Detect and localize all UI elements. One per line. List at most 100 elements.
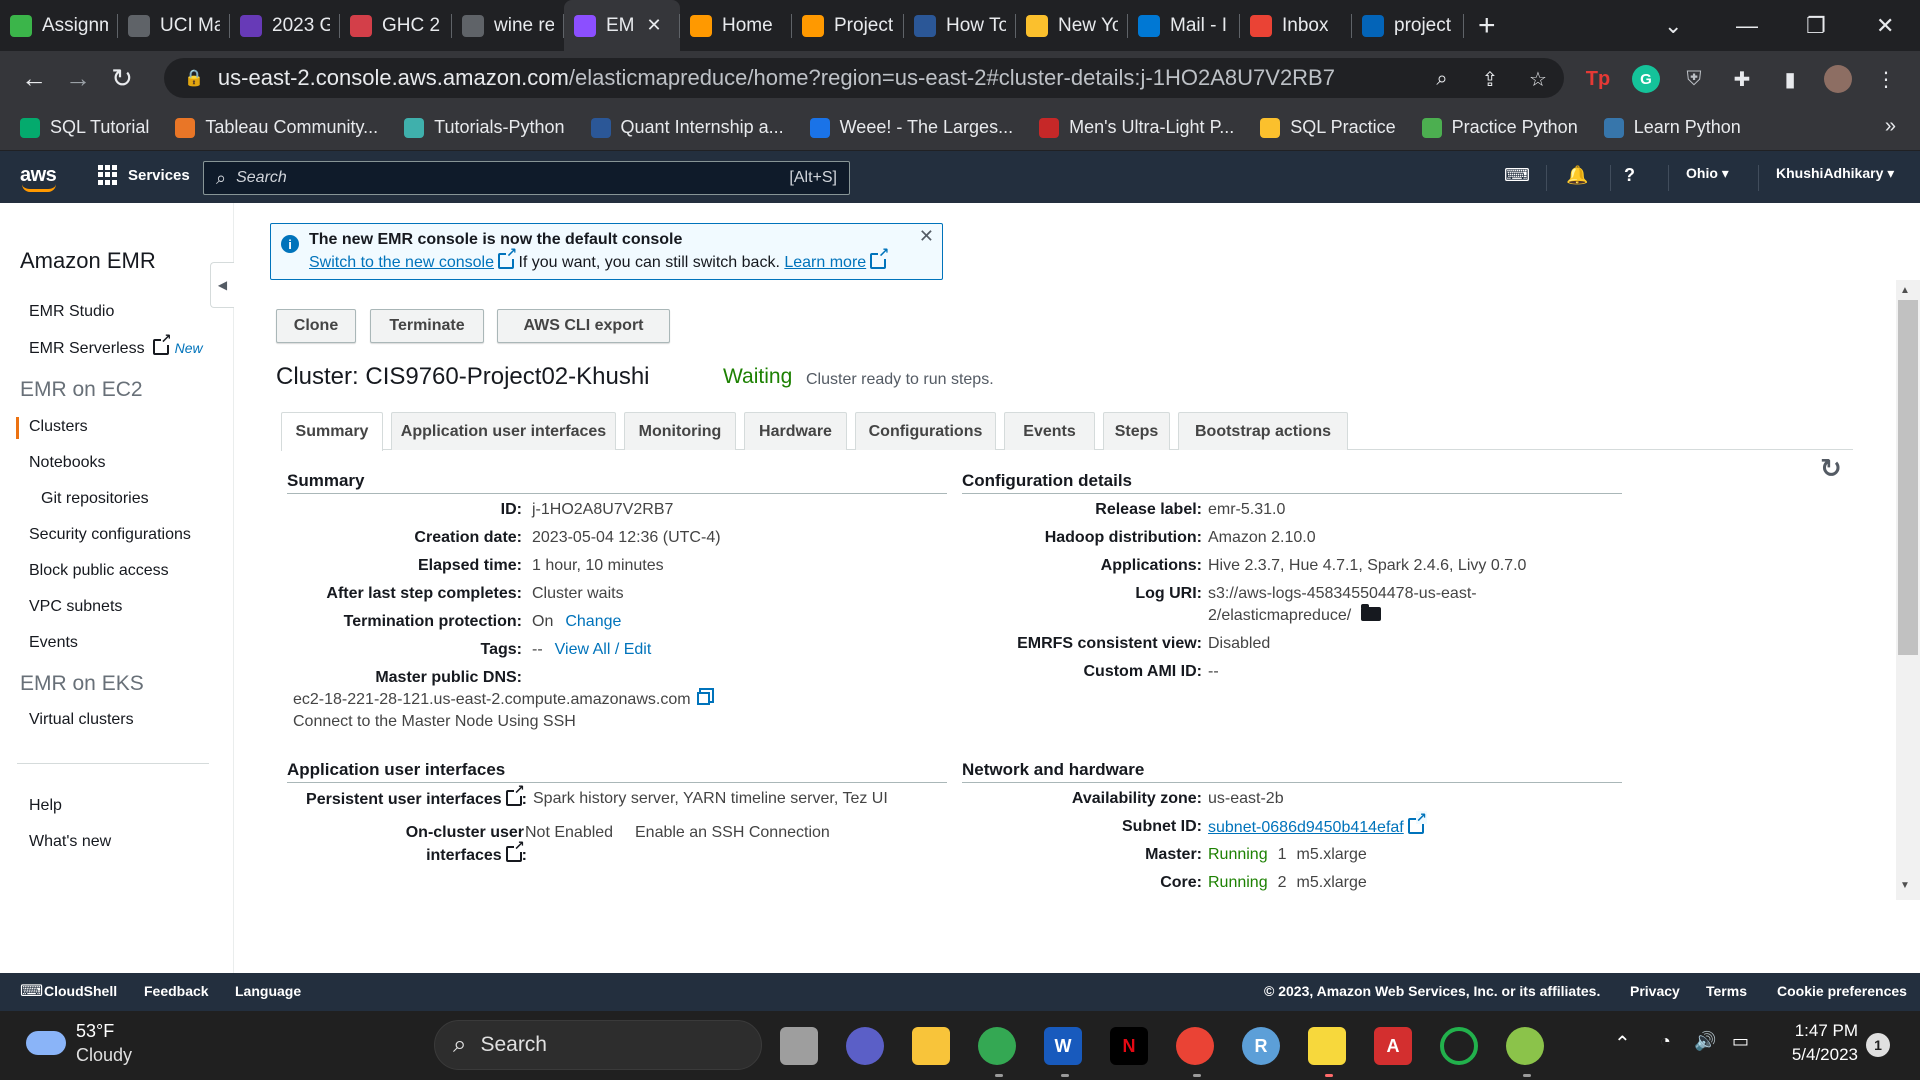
bookmark-item[interactable]: Tableau Community... — [175, 117, 378, 138]
sidebar-item-virtual-clusters[interactable]: Virtual clusters — [29, 711, 134, 729]
terminate-button[interactable]: Terminate — [370, 309, 484, 343]
windows-start-icon[interactable] — [376, 1027, 412, 1063]
bookmarks-overflow-icon[interactable]: » — [1885, 115, 1896, 138]
bookmark-item[interactable]: SQL Tutorial — [20, 117, 149, 138]
forward-icon[interactable]: → — [56, 63, 100, 94]
account-menu[interactable]: KhushiAdhikary ▾ — [1776, 165, 1894, 182]
browser-tab[interactable]: GHC 2 — [340, 0, 452, 51]
region-selector[interactable]: Ohio ▾ — [1686, 165, 1729, 182]
scroll-down-icon[interactable]: ▼ — [1900, 880, 1910, 891]
address-bar[interactable]: 🔒 us-east-2.console.aws.amazon.com/elast… — [164, 58, 1564, 98]
tab-application-user-interfaces[interactable]: Application user interfaces — [391, 412, 616, 450]
learn-more-link[interactable]: Learn more — [784, 254, 866, 271]
tp-extension-icon[interactable]: Tp — [1584, 65, 1612, 93]
aws-search-input[interactable]: ⌕ Search [Alt+S] — [203, 161, 850, 195]
chrome-profile-icon[interactable] — [1176, 1027, 1214, 1065]
sidebar-item-emr-studio[interactable]: EMR Studio — [29, 303, 114, 321]
loading-app-icon[interactable] — [1440, 1027, 1478, 1065]
ublock-icon[interactable]: ⛨ — [1680, 65, 1708, 93]
profile-avatar[interactable] — [1824, 65, 1852, 93]
acrobat-icon[interactable]: A — [1374, 1027, 1412, 1065]
browser-tab[interactable]: How To — [904, 0, 1016, 51]
browser-tab[interactable]: UCI Ma — [118, 0, 230, 51]
view-edit-tags-link[interactable]: View All / Edit — [555, 641, 652, 658]
minimize-button[interactable]: — — [1736, 0, 1758, 51]
services-menu[interactable]: Services — [98, 165, 190, 185]
restore-button[interactable]: ❐ — [1806, 0, 1826, 51]
volume-icon[interactable]: 🔊 — [1694, 1031, 1716, 1052]
sticky-notes-icon[interactable] — [1308, 1027, 1346, 1065]
privacy-link[interactable]: Privacy — [1630, 983, 1680, 999]
grammarly-icon[interactable]: G — [1632, 65, 1660, 93]
sidebar-item-vpc-subnets[interactable]: VPC subnets — [29, 598, 122, 616]
clock-time[interactable]: 1:47 PM — [1790, 1021, 1858, 1041]
change-termination-link[interactable]: Change — [565, 613, 621, 630]
bookmark-star-icon[interactable]: ☆ — [1524, 65, 1552, 93]
sidebar-item-emr-serverless[interactable]: EMR Serverless New — [29, 332, 203, 358]
cloudshell-link[interactable]: CloudShell — [44, 983, 117, 999]
browser-tab[interactable]: Assignm — [0, 0, 118, 51]
close-window-button[interactable]: ✕ — [1876, 0, 1894, 51]
folder-icon[interactable] — [1361, 604, 1382, 621]
clone-button[interactable]: Clone — [276, 309, 356, 343]
collapse-sidebar-button[interactable]: ◀ — [210, 262, 234, 308]
tab-monitoring[interactable]: Monitoring — [624, 412, 736, 450]
wifi-icon[interactable]: ◔ — [1660, 1031, 1671, 1052]
word-icon[interactable]: W — [1044, 1027, 1082, 1065]
aws-cli-export-button[interactable]: AWS CLI export — [497, 309, 670, 343]
sidebar-item-help[interactable]: Help — [29, 797, 62, 815]
share-icon[interactable]: ⇪ — [1476, 65, 1504, 93]
bookmark-item[interactable]: Learn Python — [1603, 117, 1741, 138]
new-tab-button[interactable]: + — [1464, 9, 1510, 43]
chevron-up-icon[interactable]: ⌃ — [1614, 1031, 1631, 1056]
persistent-ui-links[interactable]: Spark history server, YARN timeline serv… — [533, 790, 888, 808]
clock-date[interactable]: 5/4/2023 — [1776, 1045, 1858, 1065]
cookie-preferences-link[interactable]: Cookie preferences — [1777, 983, 1907, 999]
file-explorer-icon[interactable] — [912, 1027, 950, 1065]
ssh-connect-link[interactable]: Connect to the Master Node Using SSH — [293, 713, 576, 731]
weather-condition[interactable]: Cloudy — [76, 1045, 132, 1066]
scrollbar-thumb[interactable] — [1898, 300, 1918, 655]
tab-configurations[interactable]: Configurations — [855, 412, 996, 450]
close-tab-icon[interactable]: ✕ — [647, 15, 662, 36]
notifications-icon[interactable]: 🔔 — [1566, 165, 1588, 186]
anaconda-icon[interactable] — [1506, 1027, 1544, 1065]
menu-icon[interactable]: ⋮ — [1872, 65, 1900, 93]
bookmark-item[interactable]: Quant Internship a... — [590, 117, 784, 138]
teams-icon[interactable] — [846, 1027, 884, 1065]
tab-events[interactable]: Events — [1004, 412, 1095, 450]
help-icon[interactable]: ? — [1624, 165, 1635, 186]
browser-tab[interactable]: project — [1352, 0, 1464, 51]
browser-tab[interactable]: 2023 G — [230, 0, 340, 51]
bookmark-item[interactable]: Weee! - The Larges... — [809, 117, 1013, 138]
notification-badge[interactable]: 1 — [1866, 1033, 1890, 1057]
sidebar-item-clusters[interactable]: Clusters — [29, 418, 88, 436]
tab-search-icon[interactable]: ⌄ — [1664, 0, 1682, 51]
netflix-icon[interactable]: N — [1110, 1027, 1148, 1065]
extensions-icon[interactable]: ✚ — [1728, 65, 1756, 93]
chrome-icon[interactable] — [978, 1027, 1016, 1065]
browser-tab[interactable]: New Yo — [1016, 0, 1128, 51]
sidebar-item-notebooks[interactable]: Notebooks — [29, 454, 106, 472]
bookmark-item[interactable]: Men's Ultra-Light P... — [1039, 117, 1234, 138]
bookmark-item[interactable]: SQL Practice — [1260, 117, 1396, 138]
reload-icon[interactable]: ↻ — [100, 63, 144, 94]
browser-tab[interactable]: Home — [680, 0, 792, 51]
battery-icon[interactable]: ▭ — [1732, 1031, 1749, 1052]
feedback-link[interactable]: Feedback — [144, 983, 209, 999]
tab-summary[interactable]: Summary — [281, 412, 383, 451]
sidebar-item-whats-new[interactable]: What's new — [29, 833, 111, 851]
switch-console-link[interactable]: Switch to the new console — [309, 254, 494, 271]
aws-logo[interactable]: aws — [20, 164, 57, 192]
temperature[interactable]: 53°F — [76, 1021, 114, 1042]
bookmark-item[interactable]: Practice Python — [1421, 117, 1578, 138]
tab-bootstrap-actions[interactable]: Bootstrap actions — [1178, 412, 1348, 450]
enable-ssh-link[interactable]: Enable an SSH Connection — [635, 824, 830, 842]
bookmark-item[interactable]: Tutorials-Python — [404, 117, 565, 138]
terms-link[interactable]: Terms — [1706, 983, 1747, 999]
taskbar-search[interactable]: ⌕ Search — [434, 1020, 762, 1070]
language-link[interactable]: Language — [235, 983, 301, 999]
side-panel-icon[interactable]: ▮ — [1776, 65, 1804, 93]
subnet-link[interactable]: subnet-0686d9450b414efaf — [1208, 819, 1404, 836]
tab-hardware[interactable]: Hardware — [744, 412, 847, 450]
